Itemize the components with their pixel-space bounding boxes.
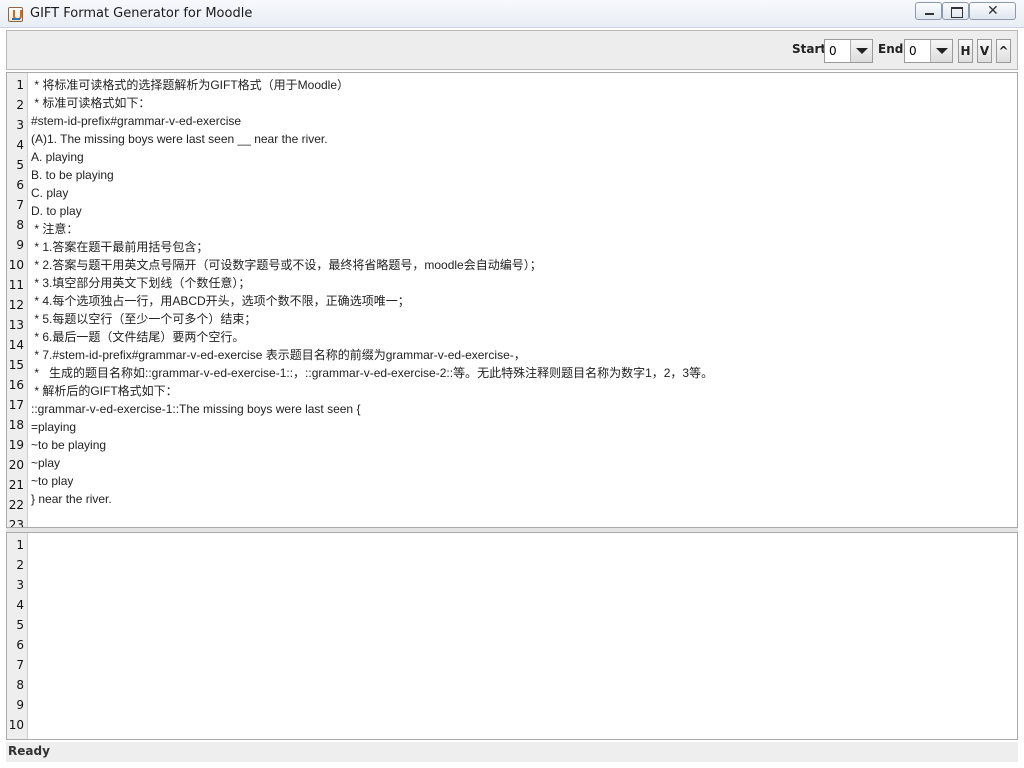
line-number: 10: [8, 718, 24, 732]
maximize-button[interactable]: [942, 2, 969, 20]
minimize-button[interactable]: [915, 2, 942, 20]
code-line: ~to play: [31, 474, 74, 488]
line-number: 22: [8, 498, 24, 512]
code-line: A. playing: [31, 150, 84, 164]
line-number: 17: [8, 398, 24, 412]
code-line: * 标准可读格式如下：: [31, 96, 151, 110]
line-number: 11: [8, 278, 24, 292]
code-line: * 7.#stem-id-prefix#grammar-v-ed-exercis…: [31, 348, 526, 362]
code-line: ~play: [31, 456, 61, 470]
close-button[interactable]: ✕: [969, 2, 1016, 20]
line-number: 13: [8, 318, 24, 332]
end-label: End: [878, 42, 904, 56]
horizontal-split-button[interactable]: H: [958, 39, 973, 63]
code-line: C. play: [31, 186, 69, 200]
output-editor[interactable]: 1 2 3 4 5 6 7 8 9 10: [6, 532, 1018, 740]
end-value: 0: [909, 44, 917, 58]
line-number: 9: [16, 698, 24, 712]
code-line: * 注意：: [31, 222, 79, 236]
line-number: 5: [16, 158, 24, 172]
end-combobox[interactable]: 0: [904, 39, 953, 63]
line-number: 3: [16, 578, 24, 592]
code-line: * 解析后的GIFT格式如下：: [31, 384, 178, 398]
line-number: 8: [16, 678, 24, 692]
code-line: * 2.答案与题干用英文点号隔开（可设数字题号或不设，最终将省略题号，moodl…: [31, 258, 542, 272]
line-number: 9: [16, 238, 24, 252]
start-value: 0: [829, 44, 837, 58]
code-line: B. to be playing: [31, 168, 114, 182]
line-number: 7: [16, 658, 24, 672]
code-line: ::grammar-v-ed-exercise-1::The missing b…: [31, 402, 361, 416]
line-number: 10: [8, 258, 24, 272]
line-number: 1: [16, 538, 24, 552]
line-number: 2: [16, 558, 24, 572]
line-number: 19: [8, 438, 24, 452]
toolbar: Start 0 End 0 H V ^: [6, 30, 1018, 70]
line-number: 1: [16, 78, 24, 92]
collapse-button[interactable]: ^: [996, 39, 1011, 63]
status-bar: Ready: [6, 742, 1018, 762]
line-number: 23: [8, 518, 24, 528]
line-number: 4: [16, 138, 24, 152]
line-number: 5: [16, 618, 24, 632]
line-number: 12: [8, 298, 24, 312]
source-editor[interactable]: 1 2 3 4 5 6 7 8 9 10 11 12 13 14 15 16 17 18 19 20 21 22 23 * …: [6, 72, 1018, 528]
java-app-icon: [8, 7, 23, 22]
code-line: * 6.最后一题（文件结尾）要两个空行。: [31, 330, 245, 344]
title-bar: GIFT Format Generator for Moodle ✕: [0, 0, 1024, 28]
code-line: * 将标准可读格式的选择题解析为GIFT格式（用于Moodle）: [31, 78, 350, 92]
code-line: * 4.每个选项独占一行，用ABCD开头，选项个数不限，正确选项唯一；: [31, 294, 410, 308]
chevron-down-icon[interactable]: [930, 40, 952, 62]
start-label: Start: [792, 42, 827, 56]
window-title: GIFT Format Generator for Moodle: [30, 6, 253, 21]
line-number: 6: [16, 178, 24, 192]
line-number: 4: [16, 598, 24, 612]
code-line: * 3.填空部分用英文下划线（个数任意）；: [31, 276, 251, 290]
line-number-gutter: 1 2 3 4 5 6 7 8 9 10 11 12 13 14 15 16 17 18 19 20 21 22 23: [7, 73, 28, 527]
line-number: 18: [8, 418, 24, 432]
code-line: D. to play: [31, 204, 82, 218]
code-line: =playing: [31, 420, 77, 434]
code-line: #stem-id-prefix#grammar-v-ed-exercise: [31, 114, 242, 128]
line-number: 7: [16, 198, 24, 212]
line-number: 3: [16, 118, 24, 132]
vertical-split-button[interactable]: V: [977, 39, 992, 63]
line-number: 20: [8, 458, 24, 472]
line-number: 2: [16, 98, 24, 112]
code-line: * 5.每题以空行（至少一个可多个）结束；: [31, 312, 257, 326]
start-combobox[interactable]: 0: [824, 39, 873, 63]
code-line: * 生成的题目名称如::grammar-v-ed-exercise-1::，::…: [31, 366, 714, 380]
code-line: ~to be playing: [31, 438, 107, 452]
code-line: } near the river.: [31, 492, 112, 506]
line-number: 14: [8, 338, 24, 352]
status-text: Ready: [8, 744, 50, 758]
line-number: 15: [8, 358, 24, 372]
chevron-down-icon[interactable]: [850, 40, 872, 62]
line-number: 21: [8, 478, 24, 492]
line-number: 8: [16, 218, 24, 232]
code-line: (A)1. The missing boys were last seen __…: [31, 132, 328, 146]
close-icon: ✕: [987, 3, 999, 19]
code-line: * 1.答案在题干最前用括号包含；: [31, 240, 209, 254]
line-number-gutter: 1 2 3 4 5 6 7 8 9 10: [7, 533, 28, 739]
line-number: 16: [8, 378, 24, 392]
line-number: 6: [16, 638, 24, 652]
